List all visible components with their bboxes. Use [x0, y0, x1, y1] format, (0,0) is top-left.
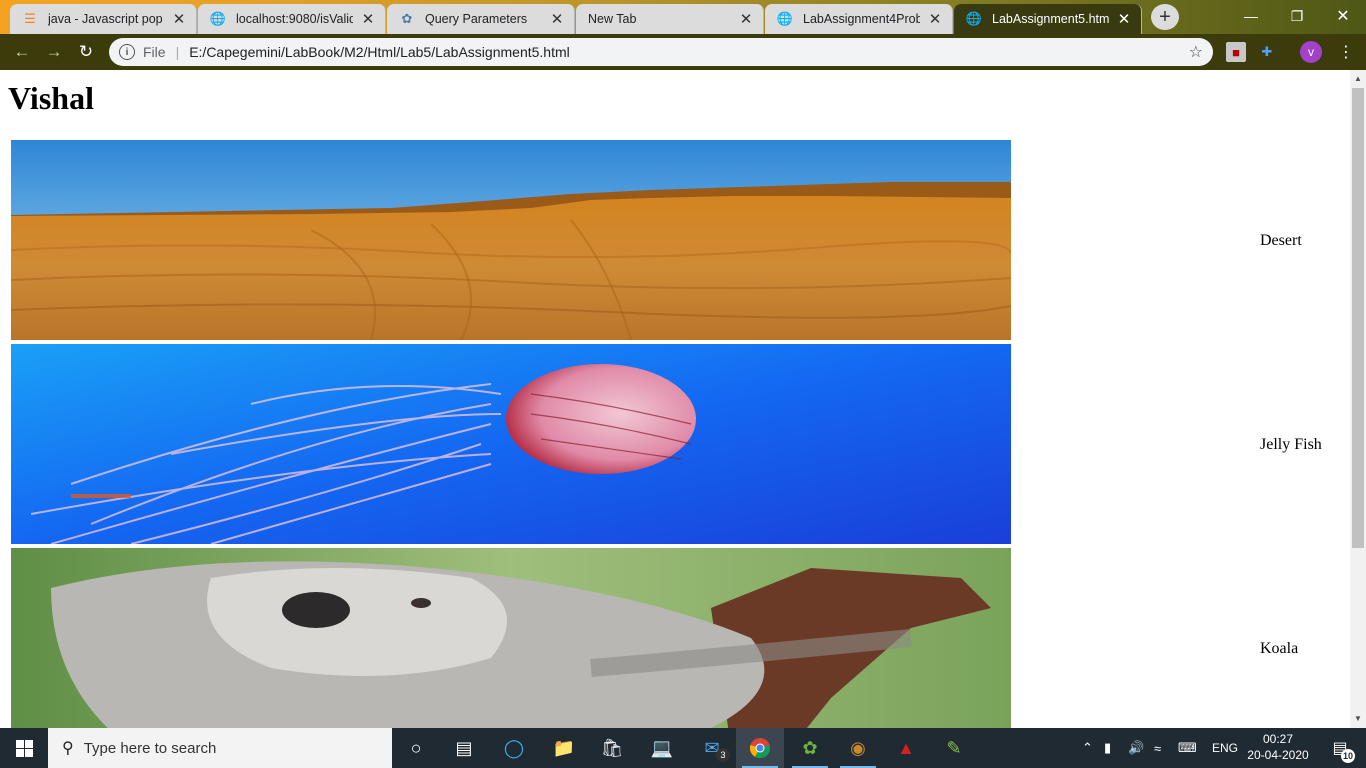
edge-browser-icon[interactable]: ◯ — [490, 728, 538, 768]
avatar[interactable]: v — [1300, 41, 1322, 63]
action-center-icon[interactable]: ▤ 10 — [1322, 728, 1358, 768]
tab-stackoverflow[interactable]: ☰ java - Javascript pop up ✕ — [10, 4, 197, 34]
notification-badge: 10 — [1341, 749, 1355, 763]
tab-query-parameters[interactable]: ✿ Query Parameters ✕ — [387, 4, 575, 34]
tab-label: LabAssignment5.html — [992, 12, 1109, 26]
notepad-plus-icon[interactable]: ✎ — [930, 728, 978, 768]
task-view-icon[interactable]: ▤ — [440, 728, 488, 768]
gallery-row-koala: Koala — [11, 548, 1350, 728]
close-icon[interactable]: ✕ — [737, 10, 755, 28]
jellyfish-image — [11, 344, 1011, 544]
tab-label: New Tab — [588, 12, 637, 26]
new-tab-button[interactable]: + — [1151, 4, 1179, 30]
microsoft-store-icon[interactable]: 🛍 — [588, 728, 636, 768]
tab-labassignment5[interactable]: 🌐 LabAssignment5.html ✕ — [954, 4, 1142, 34]
desert-image — [11, 140, 1011, 340]
close-window-icon[interactable]: ✕ — [1320, 0, 1366, 32]
battery-icon[interactable]: ▮ — [1104, 728, 1111, 768]
mail-badge: 3 — [716, 748, 730, 762]
menu-icon[interactable]: ⋮ — [1338, 42, 1354, 62]
close-icon[interactable]: ✕ — [926, 10, 944, 28]
mail-icon[interactable]: ✉ 3 — [688, 728, 736, 768]
system-clock[interactable]: 00:27 20-04-2020 — [1240, 731, 1316, 763]
back-icon[interactable]: ← — [6, 36, 38, 68]
tab-new-tab[interactable]: New Tab ✕ — [576, 4, 764, 34]
keyboard-icon[interactable]: ⌨ — [1178, 728, 1197, 768]
address-scheme: File — [143, 44, 166, 60]
browser-toolbar: ← → ↻ i File | E:/Capegemini/LabBook/M2/… — [0, 34, 1366, 70]
globe-icon: 🌐 — [209, 11, 227, 26]
caption-koala: Koala — [1260, 640, 1299, 657]
close-icon[interactable]: ✕ — [1115, 10, 1133, 28]
taskbar: ⚲ Type here to search ○ ▤ ◯ 📁 🛍 💻 ✉ 3 ✿ … — [0, 728, 1366, 768]
search-placeholder: Type here to search — [83, 739, 217, 757]
koala-image — [11, 548, 1011, 728]
spring-tool-suite-icon[interactable]: ✿ — [786, 728, 834, 768]
hidden-icons-chevron-icon[interactable]: ⌃ — [1082, 728, 1093, 768]
stackoverflow-icon: ☰ — [24, 11, 36, 26]
wifi-icon[interactable]: ≈ — [1154, 728, 1161, 768]
file-explorer-icon[interactable]: 📁 — [540, 728, 588, 768]
gallery-row-desert: Desert — [11, 140, 1350, 340]
acrobat-reader-icon[interactable]: ▲ — [882, 728, 930, 768]
eclipse-ide-icon[interactable]: ◉ — [834, 728, 882, 768]
tab-label: Query Parameters — [425, 12, 528, 26]
pdf-extension-icon[interactable]: ■ — [1226, 42, 1246, 62]
close-icon[interactable]: ✕ — [359, 10, 377, 28]
spring-leaf-icon: ✿ — [401, 11, 413, 26]
address-url[interactable]: E:/Capegemini/LabBook/M2/Html/Lab5/LabAs… — [189, 44, 570, 60]
address-separator: | — [175, 44, 180, 60]
bookmark-star-icon[interactable]: ☆ — [1189, 42, 1203, 62]
globe-icon: 🌐 — [776, 11, 794, 26]
windows-start-icon[interactable] — [0, 728, 48, 768]
scroll-up-arrow-icon[interactable]: ▲ — [1353, 74, 1363, 83]
scroll-down-arrow-icon[interactable]: ▼ — [1353, 714, 1363, 723]
taskbar-search-input[interactable]: ⚲ Type here to search — [48, 728, 392, 768]
tab-localhost[interactable]: 🌐 localhost:9080/isValid?f ✕ — [198, 4, 386, 34]
clock-date: 20-04-2020 — [1247, 748, 1309, 762]
reload-icon[interactable]: ↻ — [70, 36, 102, 68]
extension-puzzle-icon[interactable]: ✚ — [1257, 42, 1277, 62]
scrollbar-thumb[interactable] — [1352, 88, 1364, 548]
tab-label: java - Javascript pop up — [48, 12, 164, 26]
forward-icon[interactable]: → — [38, 36, 70, 68]
language-indicator[interactable]: ENG — [1212, 728, 1238, 768]
globe-icon: 🌐 — [965, 11, 983, 26]
search-icon: ⚲ — [62, 740, 74, 757]
info-icon[interactable]: i — [119, 44, 135, 60]
tab-label: localhost:9080/isValid?f — [236, 12, 353, 26]
page-title: Vishal — [8, 80, 94, 116]
clock-time: 00:27 — [1262, 732, 1294, 746]
cortana-icon[interactable]: ○ — [392, 728, 440, 768]
chrome-icon[interactable] — [736, 728, 784, 768]
minimize-icon[interactable]: — — [1228, 0, 1274, 32]
tab-label: LabAssignment4Prob2c — [803, 12, 920, 26]
tab-strip: ☰ java - Javascript pop up ✕ 🌐 localhost… — [0, 0, 1366, 34]
caption-desert: Desert — [1260, 232, 1302, 249]
address-bar[interactable]: i File | E:/Capegemini/LabBook/M2/Html/L… — [109, 38, 1213, 66]
gallery-row-jellyfish: Jelly Fish — [11, 344, 1350, 544]
page-scrollbar[interactable]: ▲ ▼ — [1350, 70, 1366, 728]
close-icon[interactable]: ✕ — [548, 10, 566, 28]
page-viewport: Vishal Desert Jelly Fish Koala — [0, 70, 1350, 728]
tab-labassignment4[interactable]: 🌐 LabAssignment4Prob2c ✕ — [765, 4, 953, 34]
caption-jellyfish: Jelly Fish — [1260, 436, 1322, 453]
volume-icon[interactable]: 🔊 — [1128, 728, 1144, 768]
pc-icon[interactable]: 💻 — [638, 728, 686, 768]
close-icon[interactable]: ✕ — [170, 10, 188, 28]
restore-icon[interactable]: ❐ — [1274, 0, 1320, 32]
